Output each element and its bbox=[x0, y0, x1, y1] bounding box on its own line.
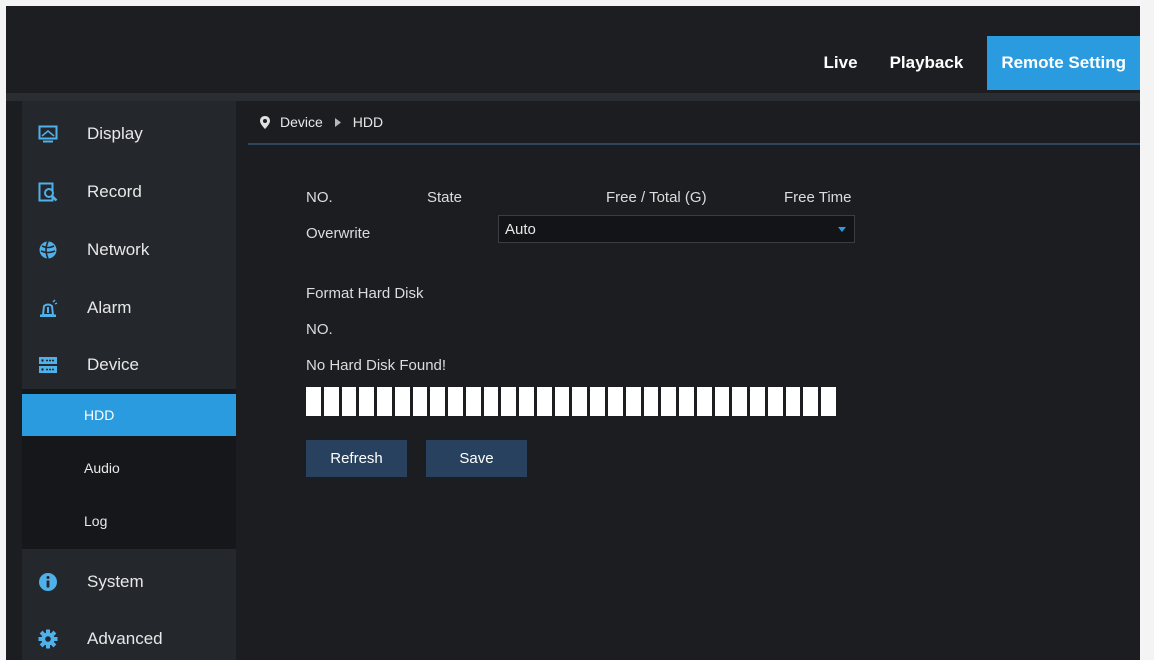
app-window: Live Playback Remote Setting Display Rec… bbox=[6, 6, 1140, 660]
record-icon bbox=[37, 181, 59, 203]
progress-segment bbox=[519, 387, 534, 416]
progress-segment bbox=[643, 387, 659, 416]
nav-live[interactable]: Live bbox=[808, 36, 874, 90]
sidebar-item-label: System bbox=[87, 572, 144, 591]
progress-segment bbox=[732, 387, 748, 416]
nav-playback[interactable]: Playback bbox=[874, 36, 980, 90]
progress-segment bbox=[359, 387, 375, 416]
gear-icon bbox=[37, 628, 59, 650]
sidebar-item-system[interactable]: System bbox=[22, 554, 236, 610]
progress-segment bbox=[785, 387, 801, 416]
progress-segment bbox=[608, 387, 623, 416]
submenu-item-label: HDD bbox=[84, 407, 115, 423]
nav-remote-setting[interactable]: Remote Setting bbox=[987, 36, 1140, 90]
progress-segment bbox=[341, 387, 357, 416]
progress-segment bbox=[767, 387, 783, 416]
save-button[interactable]: Save bbox=[426, 440, 527, 477]
progress-segment bbox=[554, 387, 570, 416]
progress-segment bbox=[306, 387, 321, 416]
overwrite-select-value: Auto bbox=[505, 220, 536, 238]
progress-segment bbox=[679, 387, 694, 416]
column-header-state: State bbox=[427, 189, 463, 206]
column-header-free-time: Free Time bbox=[784, 189, 852, 206]
sidebar-item-label: Device bbox=[87, 355, 139, 374]
submenu-item-label: Log bbox=[84, 513, 108, 529]
display-icon bbox=[37, 123, 59, 145]
format-no-label: NO. bbox=[306, 321, 333, 338]
location-pin-icon bbox=[260, 115, 270, 129]
top-bar: Live Playback Remote Setting bbox=[6, 6, 1140, 93]
top-divider bbox=[6, 93, 1140, 101]
column-header-no: NO. bbox=[306, 189, 333, 206]
device-submenu: HDD Audio Log bbox=[22, 389, 236, 549]
sidebar-item-network[interactable]: Network bbox=[22, 222, 236, 278]
overwrite-select[interactable]: Auto bbox=[498, 215, 855, 243]
chevron-right-icon bbox=[334, 117, 341, 127]
progress-segment bbox=[590, 387, 606, 416]
submenu-item-label: Audio bbox=[84, 460, 120, 476]
info-icon bbox=[37, 571, 59, 593]
refresh-button[interactable]: Refresh bbox=[306, 440, 407, 477]
sidebar-item-label: Network bbox=[87, 240, 150, 259]
device-icon bbox=[37, 354, 59, 376]
breadcrumb: Device HDD bbox=[248, 101, 1140, 145]
progress-segment bbox=[803, 387, 819, 416]
progress-segment bbox=[394, 387, 410, 416]
sidebar: Display Record Network Alarm Device HDD … bbox=[22, 101, 236, 660]
main-panel: Device HDD NO. State Free / Total (G) Fr… bbox=[248, 101, 1140, 660]
sidebar-item-display[interactable]: Display bbox=[22, 106, 236, 162]
progress-segment bbox=[448, 387, 463, 416]
submenu-item-audio[interactable]: Audio bbox=[22, 447, 236, 489]
sidebar-item-record[interactable]: Record bbox=[22, 164, 236, 220]
sidebar-item-device[interactable]: Device bbox=[22, 337, 236, 393]
progress-segment bbox=[750, 387, 765, 416]
progress-segment bbox=[572, 387, 588, 416]
sidebar-item-label: Advanced bbox=[87, 629, 163, 648]
progress-segment bbox=[536, 387, 552, 416]
progress-segment bbox=[714, 387, 730, 416]
progress-segment bbox=[501, 387, 517, 416]
progress-segment bbox=[430, 387, 446, 416]
top-nav: Live Playback Remote Setting bbox=[808, 36, 1140, 90]
alarm-icon bbox=[37, 297, 59, 319]
progress-segment bbox=[465, 387, 481, 416]
sidebar-item-label: Display bbox=[87, 124, 143, 143]
sidebar-item-advanced[interactable]: Advanced bbox=[22, 611, 236, 660]
no-disk-message: No Hard Disk Found! bbox=[306, 357, 447, 374]
progress-segment bbox=[696, 387, 712, 416]
progress-segment bbox=[625, 387, 641, 416]
sidebar-item-label: Alarm bbox=[87, 298, 132, 317]
progress-segment bbox=[323, 387, 339, 416]
submenu-item-log[interactable]: Log bbox=[22, 500, 236, 542]
chevron-down-icon bbox=[838, 226, 846, 232]
submenu-item-hdd[interactable]: HDD bbox=[22, 394, 236, 436]
progress-segment bbox=[377, 387, 392, 416]
sidebar-item-alarm[interactable]: Alarm bbox=[22, 280, 236, 336]
progress-segment bbox=[483, 387, 499, 416]
progress-segment bbox=[821, 387, 836, 416]
network-icon bbox=[37, 239, 59, 261]
format-progress-bar bbox=[306, 387, 836, 416]
progress-segment bbox=[412, 387, 428, 416]
breadcrumb-parent[interactable]: Device bbox=[280, 114, 323, 130]
breadcrumb-current: HDD bbox=[352, 114, 384, 130]
sidebar-item-label: Record bbox=[87, 182, 142, 201]
format-hard-disk-title: Format Hard Disk bbox=[306, 285, 424, 302]
progress-segment bbox=[661, 387, 677, 416]
overwrite-label: Overwrite bbox=[306, 225, 371, 242]
column-header-free-total: Free / Total (G) bbox=[606, 189, 707, 206]
